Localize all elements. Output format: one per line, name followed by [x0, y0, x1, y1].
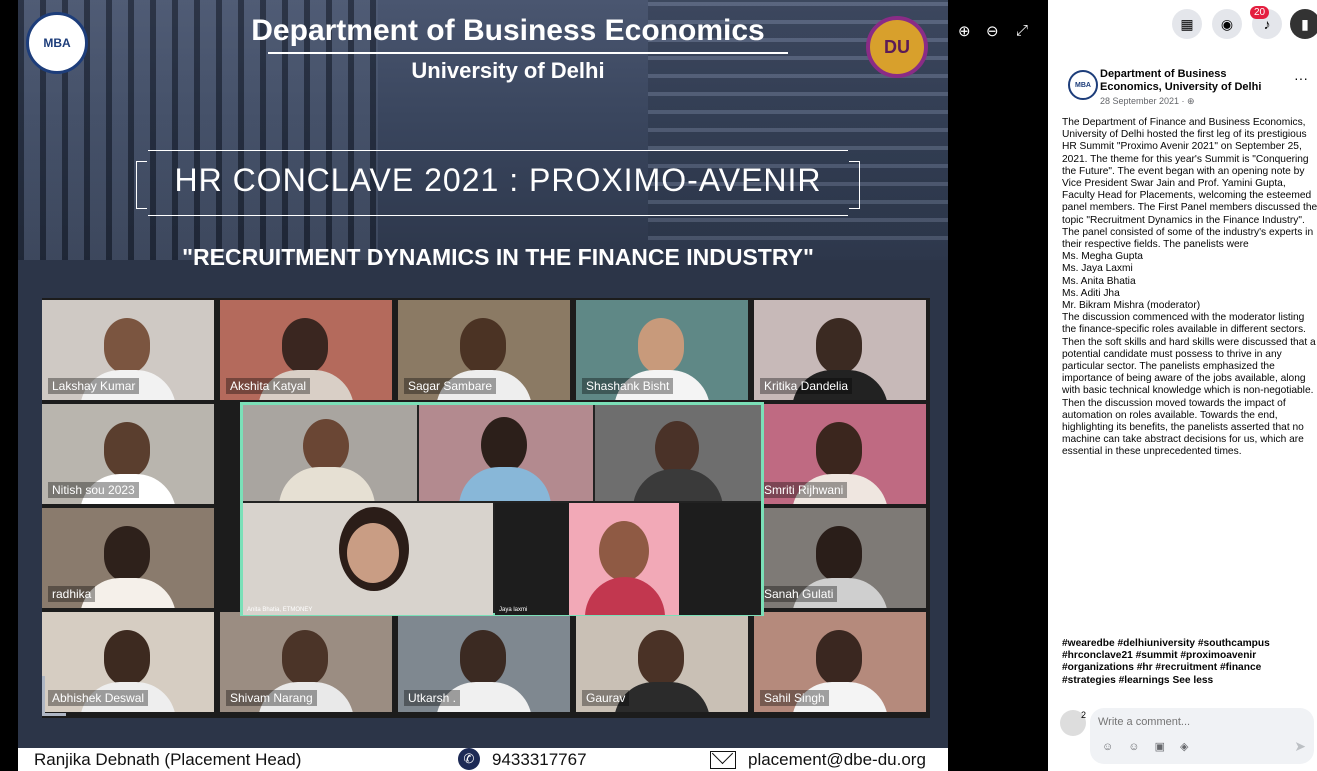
participant-tile: Utkarsh . [398, 612, 570, 712]
participant-tile: Sagar Sambare [398, 300, 570, 400]
participant-name: Nitish sou 2023 [48, 482, 139, 498]
participant-name: Shivam Narang [226, 690, 317, 706]
zoom-out-icon[interactable]: ⊖ [986, 22, 999, 40]
comment-box: ☺ ☺ ▣ ◈ ➤ [1090, 708, 1314, 764]
page-avatar[interactable]: MBA [1068, 70, 1098, 100]
panelist-name: Jaya laxmi [499, 607, 528, 613]
panelist-tile [595, 405, 761, 501]
commenter-avatar[interactable]: 2 [1060, 710, 1086, 736]
participant-tile: Shivam Narang [220, 612, 392, 712]
hashtags[interactable]: #wearedbe #delhiuniversity #southcampus … [1062, 638, 1270, 686]
corner-bracket [42, 676, 66, 716]
contact-email: placement@dbe-du.org [748, 750, 926, 769]
poster-footer: Ranjika Debnath (Placement Head) ✆ 94333… [18, 748, 948, 771]
conclave-title: HR CONCLAVE 2021 : PROXIMO-AVENIR [174, 162, 822, 198]
comment-input[interactable] [1098, 716, 1298, 728]
notification-count: 20 [1250, 6, 1270, 19]
zoom-in-icon[interactable]: ⊕ [958, 22, 971, 40]
comment-tool-icons[interactable]: ☺ ☺ ▣ ◈ [1102, 740, 1194, 753]
avatar-badge: 2 [1080, 710, 1086, 720]
title-divider [268, 52, 788, 54]
panelist-name: Anita Bhatia, ETMONEY [247, 607, 313, 613]
profile-avatar[interactable]: ▮ [1290, 9, 1317, 39]
poster-university: University of Delhi [411, 58, 605, 83]
participant-tile: Akshita Katyal [220, 300, 392, 400]
participant-name: Lakshay Kumar [48, 378, 140, 394]
panelist-stage: Anita Bhatia, ETMONEY Jaya laxmi [240, 402, 764, 616]
top-navigation: ▦ ◉ ♪ ▮ [1048, 0, 1317, 46]
send-icon[interactable]: ➤ [1294, 738, 1306, 755]
contact-phone: 9433317767 [492, 750, 587, 769]
participant-name: Utkarsh . [404, 690, 461, 706]
photo-viewer: MBA DU Department of Business Economics … [0, 0, 1048, 771]
see-less-link[interactable]: See less [1172, 675, 1213, 686]
panelist-tile-anita: Anita Bhatia, ETMONEY [243, 503, 493, 615]
participant-tile: Kritika Dandelia [754, 300, 926, 400]
post-body: The Department of Finance and Business E… [1062, 117, 1317, 458]
participant-tile: Sahil Singh [754, 612, 926, 712]
participant-tile: Sanah Gulati [754, 508, 926, 608]
expand-icon[interactable]: ⤢ [1016, 22, 1028, 39]
more-options-button[interactable]: ··· [1294, 70, 1308, 86]
participant-tile: Gaurav [576, 612, 748, 712]
mba-logo: MBA [26, 12, 88, 74]
post-sidebar: ▦ ◉ ♪ ▮ MBA Department of Business Econo… [1048, 0, 1317, 771]
poster-subtitle: "RECRUITMENT DYNAMICS IN THE FINANCE IND… [182, 244, 814, 270]
participant-name: Sahil Singh [760, 690, 829, 706]
post-hashtags: #wearedbe #delhiuniversity #southcampus … [1062, 638, 1314, 687]
participant-name: Kritika Dandelia [760, 378, 853, 394]
participant-tile: radhika [42, 508, 214, 608]
participant-name: Sanah Gulati [760, 586, 838, 602]
panelist-tile-jaya: Jaya laxmi [495, 503, 761, 615]
page-name[interactable]: Department of Business Economics, Univer… [1100, 68, 1290, 94]
participant-name: Shashank Bisht [582, 378, 674, 394]
event-poster-image: MBA DU Department of Business Economics … [18, 0, 948, 771]
mail-icon [710, 751, 736, 769]
du-logo: DU [866, 16, 928, 78]
poster-title: Department of Business Economics [251, 14, 765, 47]
panelist-tile-moderator [243, 405, 417, 501]
video-call-grid: Lakshay Kumar Akshita Katyal Sagar Samba… [42, 298, 930, 718]
grid-menu-icon[interactable]: ▦ [1172, 9, 1202, 39]
post-date[interactable]: 28 September 2021 · ⊕ [1100, 96, 1195, 107]
participant-tile: Lakshay Kumar [42, 300, 214, 400]
participant-tile: Smriti Rijhwani [754, 404, 926, 504]
participant-tile: Abhishek Deswal [42, 612, 214, 712]
participant-tile: Nitish sou 2023 [42, 404, 214, 504]
participant-name: Akshita Katyal [226, 378, 311, 394]
panelist-tile [419, 405, 593, 501]
participant-name: Sagar Sambare [404, 378, 497, 394]
participant-name: Smriti Rijhwani [760, 482, 848, 498]
participant-name: radhika [48, 586, 96, 602]
messenger-icon[interactable]: ◉ [1212, 9, 1242, 39]
participant-name: Gaurav [582, 690, 630, 706]
contact-name: Ranjika Debnath (Placement Head) [34, 750, 302, 769]
participant-tile: Shashank Bisht [576, 300, 748, 400]
phone-icon: ✆ [458, 748, 480, 770]
